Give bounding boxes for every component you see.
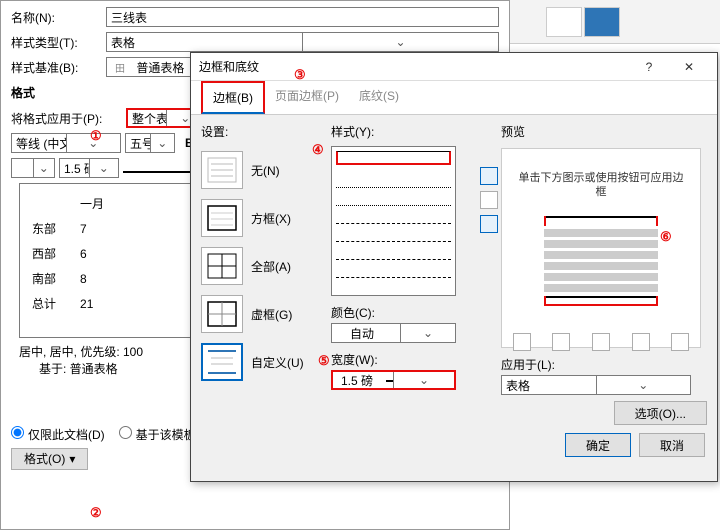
- tab-shading[interactable]: 底纹(S): [349, 81, 409, 114]
- chevron-down-icon: ⌄: [393, 372, 454, 388]
- preview-table: 一月 东部7 西部6 南部8 总计21: [26, 190, 124, 317]
- applyto-combo2[interactable]: 表格⌄: [501, 375, 691, 395]
- size-combo[interactable]: 五号⌄: [125, 133, 175, 153]
- annotation-4: ④: [312, 142, 324, 158]
- preview-hint: 单击下方图示或使用按钮可应用边框: [516, 171, 686, 200]
- annotation-6: ⑥: [660, 229, 672, 245]
- style-header: 样式(Y):: [331, 123, 501, 140]
- stylebase-label: 样式基准(B):: [11, 59, 106, 76]
- borders-shading-dialog: 边框和底纹 ? ✕ 边框(B) 页面边框(P) 底纹(S) 设置: 无(N) 方…: [190, 52, 718, 482]
- apply-diag2-button[interactable]: [671, 333, 689, 351]
- grid-border-icon: [201, 295, 243, 333]
- chevron-down-icon: ⌄: [400, 324, 455, 342]
- close-button[interactable]: ✕: [669, 53, 709, 81]
- dialog-title: 边框和底纹: [199, 58, 259, 75]
- format-menu-button[interactable]: 格式(O)▾: [11, 448, 88, 470]
- setting-grid[interactable]: 虚框(G): [201, 293, 331, 335]
- apply-diag-button[interactable]: [513, 333, 531, 351]
- settings-header: 设置:: [201, 123, 331, 140]
- apply-top-border-button[interactable]: [480, 167, 498, 185]
- line-style-list[interactable]: [331, 146, 456, 296]
- width-combo[interactable]: 1.5 磅 ⌄: [331, 370, 456, 390]
- apply-left-border-button[interactable]: [552, 333, 570, 351]
- box-border-icon: [201, 199, 243, 237]
- custom-border-icon: [201, 343, 243, 381]
- chevron-down-icon: ⌄: [89, 159, 119, 177]
- applyto-label2: 应用于(L):: [501, 356, 707, 373]
- options-button[interactable]: 选项(O)...: [614, 401, 707, 425]
- setting-custom[interactable]: 自定义(U): [201, 341, 331, 383]
- apply-hmiddle-border-button[interactable]: [480, 191, 498, 209]
- border-style-combo[interactable]: ⌄: [11, 158, 55, 178]
- color-combo[interactable]: 自动⌄: [331, 323, 456, 343]
- border-preview: 单击下方图示或使用按钮可应用边框: [501, 148, 701, 348]
- chevron-down-icon: ⌄: [150, 134, 175, 152]
- annotation-5: ⑤: [318, 353, 330, 369]
- caret-down-icon: ▾: [69, 452, 75, 466]
- ribbon-border-swatch[interactable]: [584, 7, 620, 37]
- preview-header: 预览: [501, 123, 707, 140]
- color-label: 颜色(C):: [331, 304, 501, 321]
- name-input[interactable]: [106, 7, 499, 27]
- annotation-3: ③: [294, 67, 306, 83]
- chevron-down-icon: ⌄: [596, 376, 691, 394]
- styletype-label: 样式类型(T):: [11, 34, 106, 51]
- ok-button2[interactable]: 确定: [565, 433, 631, 457]
- tab-page-border[interactable]: 页面边框(P): [265, 81, 349, 114]
- name-label: 名称(N):: [11, 9, 106, 26]
- scope-doc-radio[interactable]: 仅限此文档(D): [11, 426, 105, 443]
- styletype-combo[interactable]: 表格⌄: [106, 32, 499, 52]
- width-label: 宽度(W):: [331, 351, 501, 368]
- chevron-down-icon: ⌄: [302, 33, 498, 51]
- ribbon-border-swatch[interactable]: [546, 7, 582, 37]
- cancel-button2[interactable]: 取消: [639, 433, 705, 457]
- preview-table-diagram[interactable]: [544, 216, 658, 306]
- chevron-down-icon: ⌄: [33, 159, 55, 177]
- font-combo[interactable]: 等线 (中文正文)⌄: [11, 133, 121, 153]
- setting-box[interactable]: 方框(X): [201, 197, 331, 239]
- border-width-combo[interactable]: 1.5 磅⌄: [59, 158, 119, 178]
- all-border-icon: [201, 247, 243, 285]
- applyto-label: 将格式应用于(P):: [11, 110, 126, 127]
- setting-all[interactable]: 全部(A): [201, 245, 331, 287]
- help-button[interactable]: ?: [629, 53, 669, 81]
- apply-bottom-border-button[interactable]: [480, 215, 498, 233]
- tab-border[interactable]: 边框(B): [201, 81, 265, 114]
- apply-vmiddle-border-button[interactable]: [592, 333, 610, 351]
- none-border-icon: [201, 151, 243, 189]
- annotation-1: ①: [90, 128, 102, 144]
- apply-right-border-button[interactable]: [632, 333, 650, 351]
- annotation-2: ②: [90, 505, 102, 521]
